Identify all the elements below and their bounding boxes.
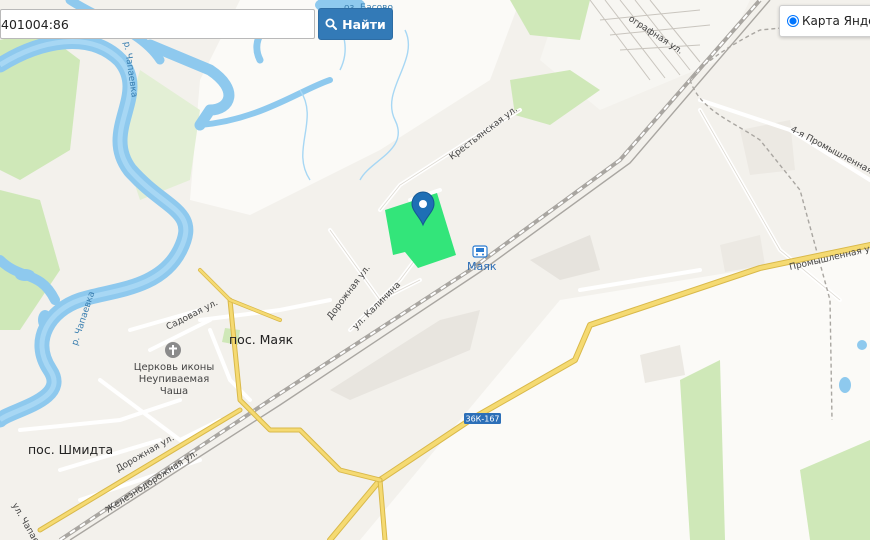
map-layer-switcher: Карта Янде — [779, 5, 870, 37]
find-button[interactable]: Найти — [318, 8, 393, 40]
church-label-line1: Церковь иконы — [134, 362, 214, 373]
church-label-line3: Чаша — [160, 386, 188, 397]
search-icon — [325, 18, 338, 30]
road-shield-label: 36К-167 — [465, 415, 499, 424]
map-canvas[interactable]: 36К-167 пос. Маяк пос. Шмидта Маяк Церко… — [0, 0, 870, 540]
settlement-label-mayak: пос. Маяк — [229, 332, 294, 347]
church-label-line2: Неупиваемая — [139, 374, 210, 385]
station-label: Маяк — [467, 260, 497, 273]
church-icon — [165, 342, 181, 358]
find-button-label: Найти — [342, 16, 386, 32]
cadastral-search-box — [0, 9, 315, 39]
layer-label-yandex: Карта Янде — [802, 14, 870, 28]
settlement-label-shmidta: пос. Шмидта — [28, 442, 113, 457]
train-station-icon — [472, 245, 488, 258]
layer-radio-yandex[interactable] — [787, 15, 799, 27]
road-shield: 36К-167 — [464, 413, 501, 424]
cadastral-number-input[interactable] — [1, 10, 301, 38]
